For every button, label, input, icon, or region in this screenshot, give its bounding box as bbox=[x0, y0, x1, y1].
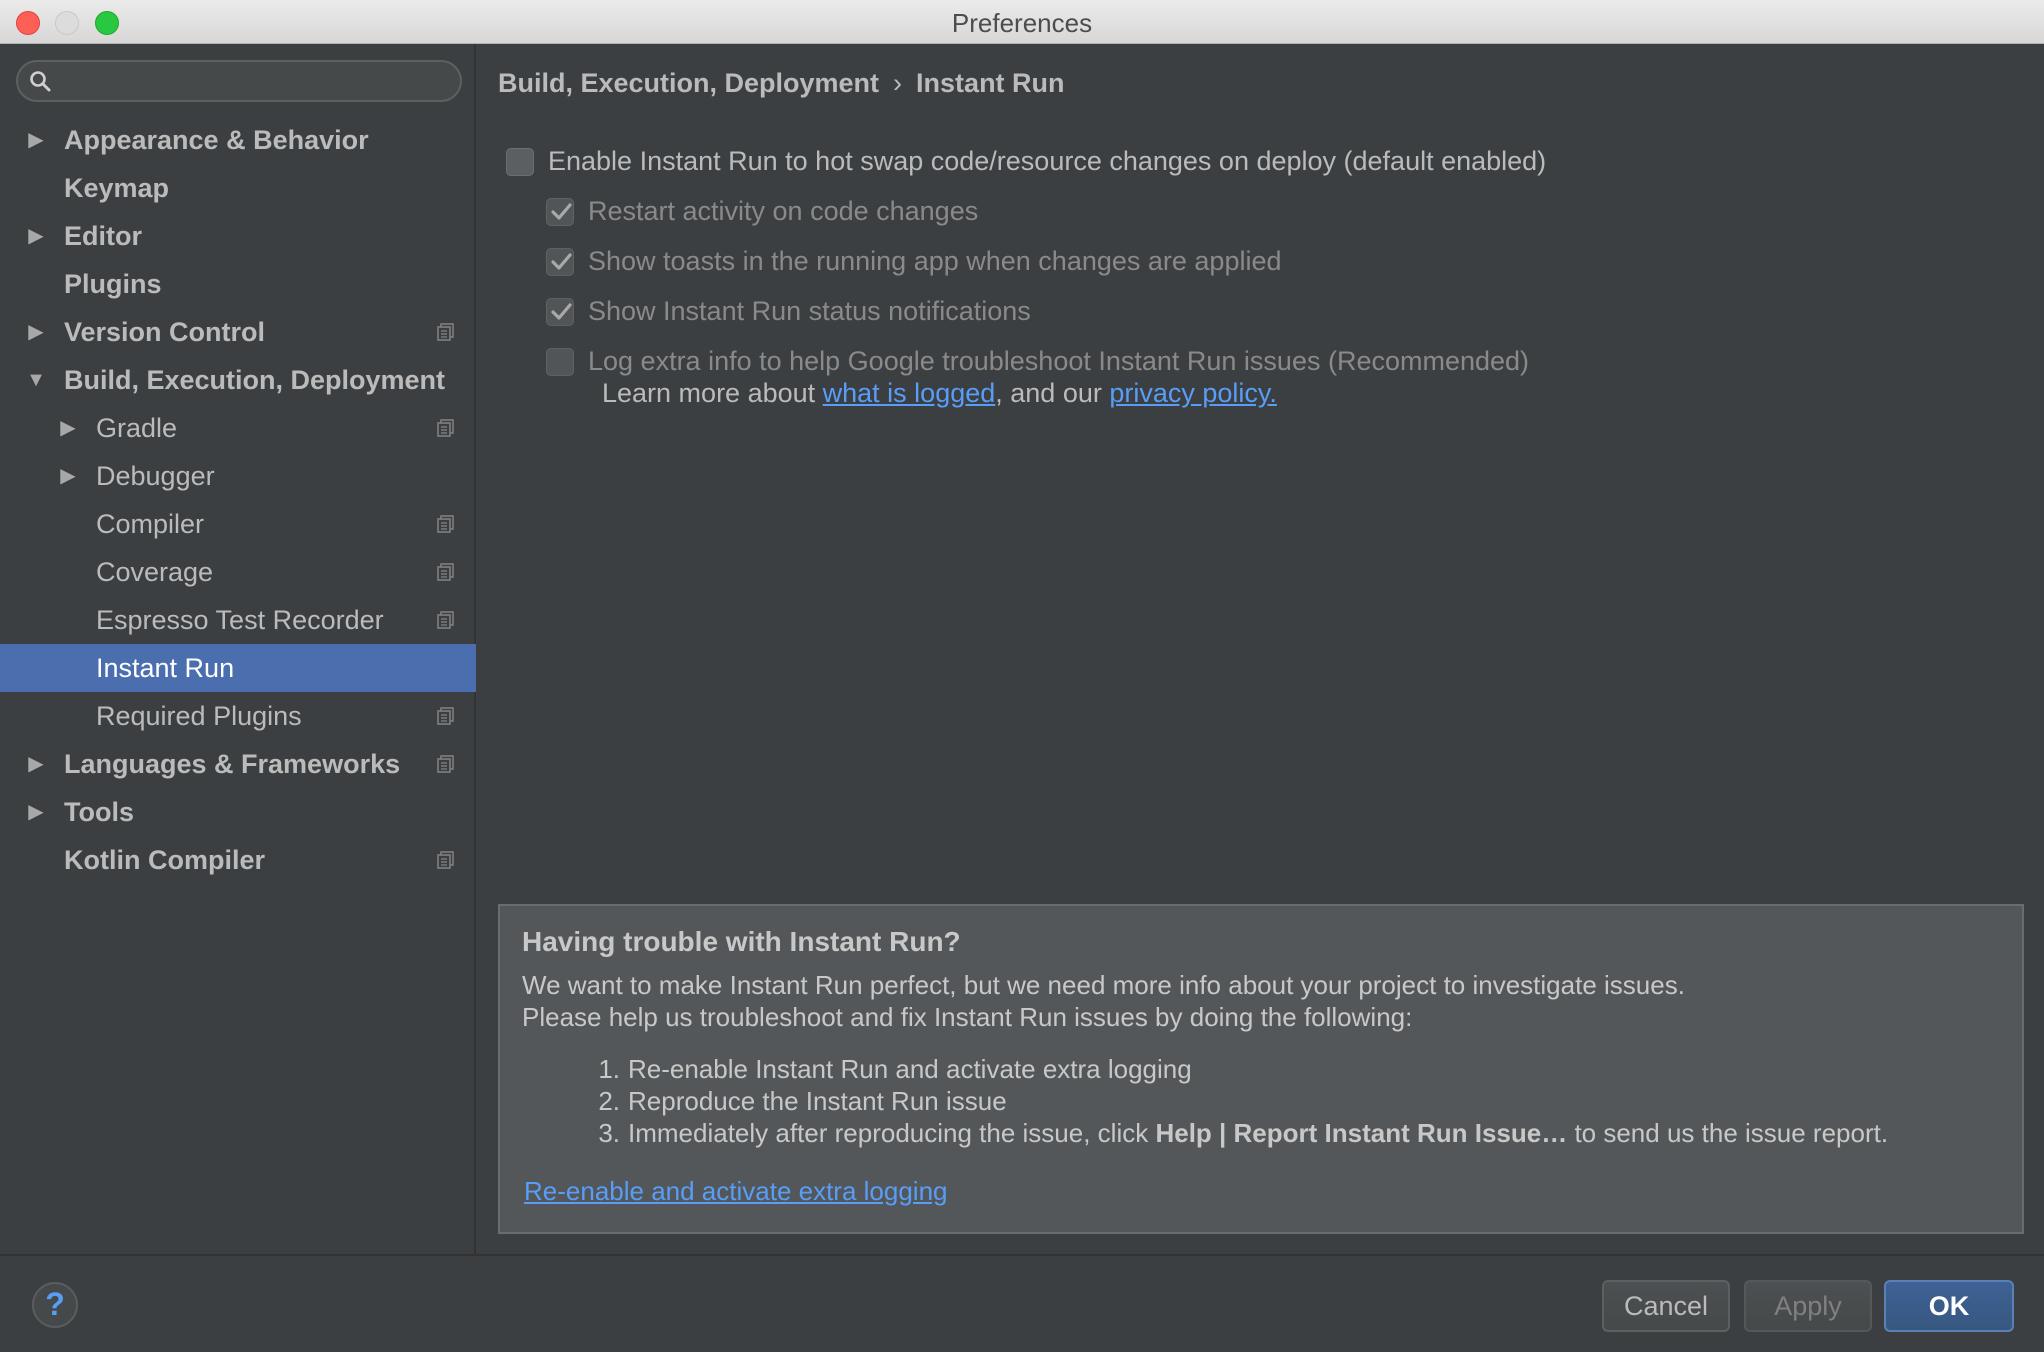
sidebar-item-label: Build, Execution, Deployment bbox=[64, 365, 446, 395]
breadcrumb-parent: Build, Execution, Deployment bbox=[498, 68, 880, 98]
breadcrumb-current: Instant Run bbox=[916, 68, 1065, 98]
sidebar-item-label: Tools bbox=[64, 797, 134, 827]
info-box-title: Having trouble with Instant Run? bbox=[522, 926, 961, 957]
sidebar-item-appearance-behavior[interactable]: ▶ Appearance & Behavior bbox=[0, 116, 476, 164]
info-step-2: 2. Reproduce the Instant Run issue bbox=[586, 1086, 1007, 1117]
sidebar-item-espresso-test-recorder[interactable]: Espresso Test Recorder bbox=[0, 596, 476, 644]
sidebar-item-keymap[interactable]: Keymap bbox=[0, 164, 476, 212]
project-level-icon bbox=[437, 515, 454, 533]
checkmark-icon bbox=[551, 303, 572, 320]
sidebar-item-version-control[interactable]: ▶ Version Control bbox=[0, 308, 476, 356]
collapsed-arrow-icon[interactable]: ▶ bbox=[56, 404, 80, 452]
settings-sidebar: ▶ Appearance & Behavior Keymap ▶ Editor Plugi… bbox=[0, 44, 476, 1254]
sidebar-item-label: Debugger bbox=[96, 461, 215, 491]
what-is-logged-link[interactable]: what is logged bbox=[823, 378, 996, 408]
window-title: Preferences bbox=[951, 8, 1093, 38]
step-number: 3. bbox=[598, 1118, 620, 1148]
collapsed-arrow-icon[interactable]: ▶ bbox=[56, 452, 80, 500]
learn-more-prefix: Learn more about bbox=[602, 378, 823, 408]
step-number: 2. bbox=[598, 1086, 620, 1116]
dialog-button-bar: ? Cancel Apply OK bbox=[0, 1254, 2044, 1352]
settings-tree: ▶ Appearance & Behavior Keymap ▶ Editor Plugi… bbox=[0, 116, 476, 884]
sidebar-item-editor[interactable]: ▶ Editor bbox=[0, 212, 476, 260]
info-box-line1: We want to make Instant Run perfect, but… bbox=[522, 970, 1685, 1000]
show-toasts-label: Show toasts in the running app when chan… bbox=[588, 246, 1282, 276]
trouble-info-box: Having trouble with Instant Run? We want… bbox=[498, 904, 2024, 1234]
sidebar-item-label: Required Plugins bbox=[96, 701, 302, 731]
enable-instant-run-label: Enable Instant Run to hot swap code/reso… bbox=[548, 146, 1547, 176]
collapsed-arrow-icon[interactable]: ▶ bbox=[24, 116, 48, 164]
sidebar-item-label: Coverage bbox=[96, 557, 214, 587]
step-number: 1. bbox=[598, 1054, 620, 1084]
sidebar-item-label: Appearance & Behavior bbox=[64, 125, 369, 155]
help-button[interactable]: ? bbox=[32, 1282, 78, 1328]
step-text: Reproduce the Instant Run issue bbox=[628, 1086, 1007, 1116]
sidebar-item-required-plugins[interactable]: Required Plugins bbox=[0, 692, 476, 740]
reenable-logging-link[interactable]: Re-enable and activate extra logging bbox=[524, 1176, 948, 1207]
checkmark-icon bbox=[551, 253, 572, 270]
sidebar-item-debugger[interactable]: ▶ Debugger bbox=[0, 452, 476, 500]
project-level-icon bbox=[437, 707, 454, 725]
collapsed-arrow-icon[interactable]: ▶ bbox=[24, 308, 48, 356]
settings-search-input[interactable] bbox=[16, 60, 462, 102]
collapsed-arrow-icon[interactable]: ▶ bbox=[24, 740, 48, 788]
sidebar-item-gradle[interactable]: ▶ Gradle bbox=[0, 404, 476, 452]
sidebar-item-instant-run[interactable]: Instant Run bbox=[0, 644, 476, 692]
log-extra-info-label: Log extra info to help Google troublesho… bbox=[588, 346, 1530, 376]
restart-activity-checkbox[interactable] bbox=[546, 198, 574, 226]
sidebar-item-languages-frameworks[interactable]: ▶ Languages & Frameworks bbox=[0, 740, 476, 788]
log-extra-info-checkbox[interactable] bbox=[546, 348, 574, 376]
sidebar-item-coverage[interactable]: Coverage bbox=[0, 548, 476, 596]
search-icon bbox=[30, 71, 51, 92]
learn-more-text: Learn more about what is logged, and our… bbox=[602, 378, 1277, 409]
status-notifications-label: Show Instant Run status notifications bbox=[588, 296, 1031, 326]
step-text: Re-enable Instant Run and activate extra… bbox=[628, 1054, 1192, 1084]
project-level-icon bbox=[437, 611, 454, 629]
sidebar-item-label: Languages & Frameworks bbox=[64, 749, 401, 779]
info-step-3: 3. Immediately after reproducing the issu… bbox=[586, 1118, 1888, 1149]
sidebar-item-label: Compiler bbox=[96, 509, 205, 539]
privacy-policy-link[interactable]: privacy policy. bbox=[1109, 378, 1277, 408]
sidebar-item-label: Editor bbox=[64, 221, 142, 251]
sidebar-item-build-execution-deployment[interactable]: ▼ Build, Execution, Deployment bbox=[0, 356, 476, 404]
checkmark-icon bbox=[551, 203, 572, 220]
status-notifications-checkbox[interactable] bbox=[546, 298, 574, 326]
sidebar-item-label: Espresso Test Recorder bbox=[96, 605, 384, 635]
project-level-icon bbox=[437, 419, 454, 437]
sidebar-item-label: Plugins bbox=[64, 269, 162, 299]
sidebar-item-compiler[interactable]: Compiler bbox=[0, 500, 476, 548]
project-level-icon bbox=[437, 323, 454, 341]
project-level-icon bbox=[437, 851, 454, 869]
sidebar-item-label: Version Control bbox=[64, 317, 266, 347]
restart-activity-label: Restart activity on code changes bbox=[588, 196, 979, 226]
learn-more-middle: , and our bbox=[995, 378, 1110, 408]
breadcrumb-separator: › bbox=[893, 68, 903, 98]
apply-button[interactable]: Apply bbox=[1744, 1280, 1872, 1332]
ok-button[interactable]: OK bbox=[1884, 1280, 2014, 1332]
step-text-end: to send us the issue report. bbox=[1567, 1118, 1889, 1148]
sidebar-item-plugins[interactable]: Plugins bbox=[0, 260, 476, 308]
step-text: Immediately after reproducing the issue,… bbox=[628, 1118, 1156, 1148]
sidebar-item-label: Instant Run bbox=[96, 653, 235, 683]
enable-instant-run-checkbox[interactable] bbox=[506, 148, 534, 176]
expanded-arrow-icon[interactable]: ▼ bbox=[24, 356, 48, 404]
settings-content: Build, Execution, Deployment › Instant Run… bbox=[478, 44, 2044, 1254]
collapsed-arrow-icon[interactable]: ▶ bbox=[24, 212, 48, 260]
collapsed-arrow-icon[interactable]: ▶ bbox=[24, 788, 48, 836]
sidebar-item-label: Gradle bbox=[96, 413, 178, 443]
title-bar: Preferences bbox=[0, 0, 2044, 44]
show-toasts-checkbox[interactable] bbox=[546, 248, 574, 276]
sidebar-item-label: Keymap bbox=[64, 173, 170, 203]
info-box-line2: Please help us troubleshoot and fix Inst… bbox=[522, 1002, 1413, 1032]
step-menu-path: Help | Report Instant Run Issue… bbox=[1155, 1118, 1568, 1148]
sidebar-item-tools[interactable]: ▶ Tools bbox=[0, 788, 476, 836]
sidebar-item-kotlin-compiler[interactable]: Kotlin Compiler bbox=[0, 836, 476, 884]
breadcrumb: Build, Execution, Deployment › Instant Run bbox=[498, 68, 1065, 99]
cancel-button[interactable]: Cancel bbox=[1602, 1280, 1730, 1332]
project-level-icon bbox=[437, 563, 454, 581]
project-level-icon bbox=[437, 755, 454, 773]
info-step-1: 1. Re-enable Instant Run and activate ext… bbox=[586, 1054, 1192, 1085]
sidebar-item-label: Kotlin Compiler bbox=[64, 845, 265, 875]
